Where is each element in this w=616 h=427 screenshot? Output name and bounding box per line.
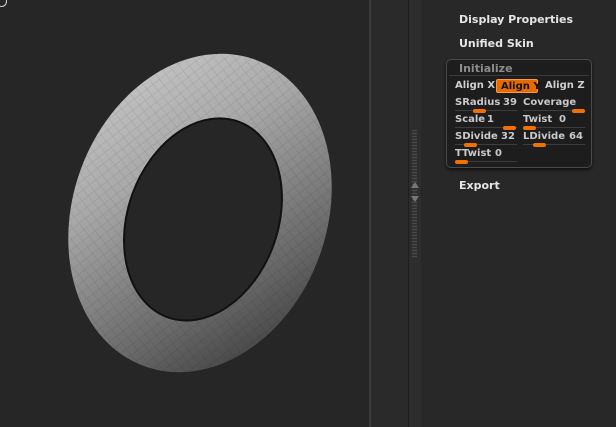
export-menu[interactable]: Export: [459, 179, 500, 192]
sdivide-label: SDivide: [455, 131, 498, 142]
ttwist-label: TTwist: [455, 148, 492, 159]
twist-slider[interactable]: Twist 0: [523, 114, 585, 130]
coverage-label: Coverage: [523, 97, 577, 108]
coverage-slider[interactable]: Coverage: [523, 97, 585, 113]
align-y-button[interactable]: Align Y: [496, 79, 541, 93]
scroll-up-icon[interactable]: [411, 182, 419, 188]
viewport-canvas[interactable]: [0, 0, 369, 427]
scale-slider[interactable]: Scale 1: [455, 114, 517, 130]
sradius-label: SRadius: [455, 97, 501, 108]
sdivide-slider[interactable]: SDivide 32: [455, 131, 517, 147]
scale-value: 1: [487, 114, 494, 125]
coverage-knob[interactable]: [572, 109, 585, 113]
scale-knob[interactable]: [503, 126, 516, 130]
scroll-down-icon[interactable]: [411, 196, 419, 202]
unified-skin-menu[interactable]: Unified Skin: [459, 37, 534, 50]
sradius-knob[interactable]: [473, 109, 486, 113]
initialize-title[interactable]: Initialize: [459, 62, 513, 75]
dock-gap: [371, 0, 408, 427]
ldivide-value: 64: [569, 131, 583, 142]
sdivide-knob[interactable]: [464, 143, 477, 147]
sradius-slider[interactable]: SRadius 39: [455, 97, 517, 113]
ttwist-slider[interactable]: TTwist 0: [455, 148, 517, 164]
align-z-button[interactable]: Align Z: [545, 79, 589, 93]
sradius-value: 39: [503, 97, 517, 108]
sradius-track: [455, 110, 517, 111]
ldivide-knob[interactable]: [533, 143, 546, 147]
tray-scrollbar[interactable]: [408, 0, 422, 427]
ldivide-slider[interactable]: LDivide 64: [523, 131, 585, 147]
ttwist-knob[interactable]: [455, 160, 468, 164]
ttwist-value: 0: [495, 148, 502, 159]
scale-label: Scale: [455, 114, 486, 125]
align-x-button[interactable]: Align X: [455, 79, 495, 93]
sdivide-value: 32: [501, 131, 515, 142]
tool-panel: Display Properties Unified Skin Initiali…: [421, 0, 616, 427]
display-properties-menu[interactable]: Display Properties: [459, 13, 573, 26]
twist-label: Twist: [523, 114, 553, 125]
initialize-subpalette: Initialize Align X Align Y Align Z SRadi…: [446, 59, 592, 168]
ldivide-label: LDivide: [523, 131, 565, 142]
scrollbar-grip[interactable]: [412, 130, 417, 258]
twist-knob[interactable]: [523, 126, 536, 130]
twist-value: 0: [559, 114, 566, 125]
torus-mesh: [68, 53, 332, 373]
initialize-divider: [449, 75, 589, 76]
